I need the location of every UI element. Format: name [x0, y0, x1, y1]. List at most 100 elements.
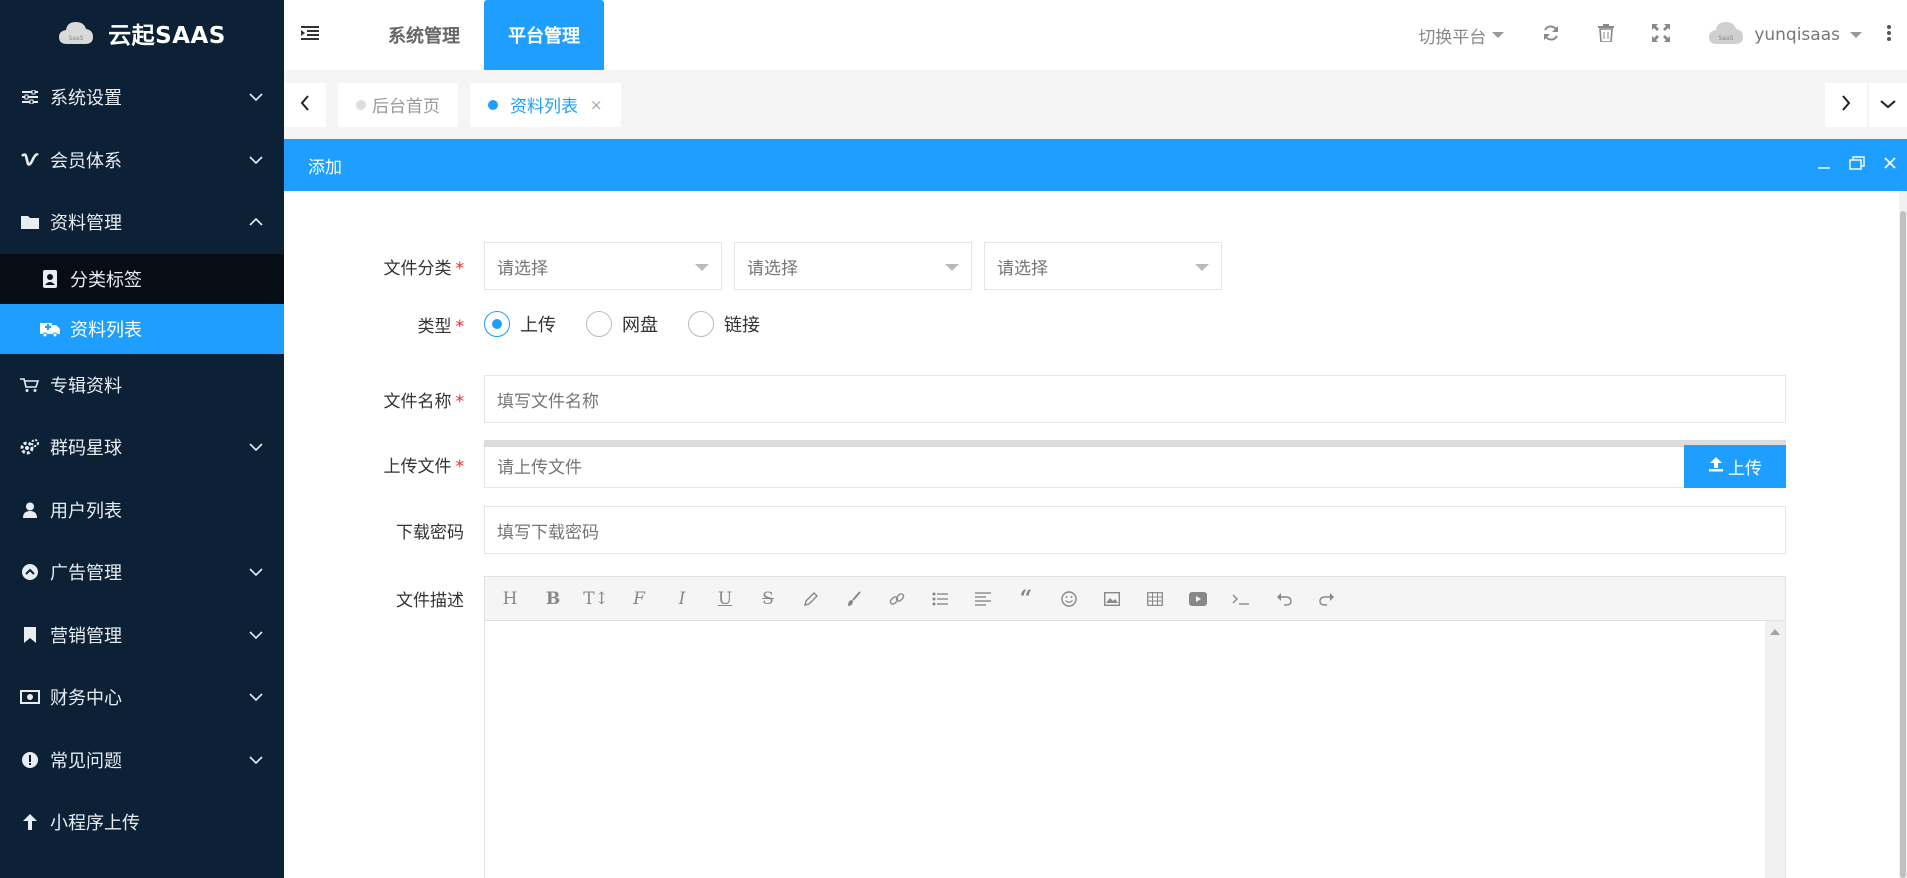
menu-fold-button[interactable] — [284, 0, 336, 70]
strikethrough-icon[interactable]: S — [755, 586, 781, 612]
video-icon[interactable] — [1185, 586, 1211, 612]
tabs-scroll-left-button[interactable] — [284, 82, 326, 127]
image-icon[interactable] — [1099, 586, 1125, 612]
dialog-title: 添加 — [308, 157, 342, 178]
more-button[interactable] — [1881, 0, 1897, 70]
switch-platform-label: 切换平台 — [1418, 27, 1487, 48]
password-label: 下载密码 — [284, 518, 466, 543]
category-select-2[interactable]: 请选择 — [734, 242, 972, 290]
editor-content-area[interactable] — [485, 621, 1785, 878]
sidebar-item-label: 广告管理 — [50, 563, 122, 585]
upload-row: 上传文件 * 请上传文件 上传 — [284, 440, 1786, 488]
scrollbar-thumb[interactable] — [1900, 211, 1906, 878]
bold-icon[interactable]: B — [540, 586, 566, 612]
sidebar-item-qr-planet[interactable]: 群码星球 — [0, 416, 284, 479]
sidebar-item-marketing[interactable]: 营销管理 — [0, 604, 284, 667]
tab-system-management[interactable]: 系统管理 — [364, 0, 484, 70]
maximize-icon[interactable] — [1849, 155, 1865, 175]
fullscreen-button[interactable] — [1633, 0, 1689, 70]
sidebar-item-material-list[interactable]: 资料列表 — [0, 303, 284, 354]
sidebar-item-system-settings[interactable]: 系统设置 — [0, 66, 284, 129]
tab-platform-management[interactable]: 平台管理 — [484, 0, 604, 70]
switch-platform-dropdown[interactable]: 切换平台 — [1399, 0, 1523, 70]
font-family-icon[interactable]: F — [626, 586, 652, 612]
editor-scrollbar[interactable] — [1765, 621, 1785, 878]
dialog-scrollbar[interactable] — [1899, 191, 1907, 878]
emoji-icon[interactable] — [1056, 586, 1082, 612]
topbar-right: 切换平台 SaaS yunqisaas — [1399, 0, 1907, 70]
minimize-icon[interactable] — [1817, 155, 1831, 175]
radio-label: 链接 — [724, 315, 760, 336]
sidebar-item-label: 营销管理 — [50, 625, 122, 647]
category-row: 文件分类 * 请选择 请选择 请选择 — [284, 242, 1234, 290]
top-nav: 系统管理 平台管理 — [364, 0, 604, 70]
underline-icon[interactable]: U — [712, 586, 738, 612]
italic-icon[interactable]: I — [669, 586, 695, 612]
user-menu[interactable]: SaaS yunqisaas — [1689, 0, 1881, 70]
tabs-dropdown-button[interactable] — [1869, 82, 1907, 127]
upload-label: 上传文件 * — [284, 452, 466, 477]
sidebar-item-album[interactable]: 专辑资料 — [0, 354, 284, 417]
sidebar-item-membership[interactable]: 会员体系 — [0, 129, 284, 192]
description-row: 文件描述 — [284, 576, 466, 620]
radio-circle — [484, 311, 510, 337]
type-radio-link[interactable]: 链接 — [688, 311, 760, 337]
scroll-up-arrow-icon[interactable] — [1770, 629, 1780, 635]
type-radio-netdisk[interactable]: 网盘 — [586, 311, 658, 337]
category-select-3[interactable]: 请选择 — [984, 242, 1222, 290]
logo[interactable]: SaaS 云起SAAS — [0, 0, 284, 66]
sidebar-item-category-tags[interactable]: 分类标签 — [0, 254, 284, 304]
vimeo-icon — [20, 152, 40, 168]
sidebar-item-faq[interactable]: 常见问题 — [0, 729, 284, 792]
type-label: 类型 * — [284, 312, 466, 337]
topbar: 系统管理 平台管理 切换平台 SaaS yunqisaas — [284, 0, 1907, 70]
code-icon[interactable] — [1228, 586, 1254, 612]
close-icon[interactable]: × — [590, 96, 603, 114]
sidebar-item-label: 资料管理 — [50, 213, 122, 235]
tabs-scroll-right-button[interactable] — [1825, 82, 1867, 127]
upload-button[interactable]: 上传 — [1684, 445, 1786, 488]
tab-material-list[interactable]: 资料列表 × — [470, 82, 621, 127]
pencil-icon[interactable] — [798, 586, 824, 612]
sidebar-item-materials[interactable]: 资料管理 — [0, 191, 284, 254]
heading-icon[interactable]: H — [497, 586, 523, 612]
chevron-circle-up-icon — [20, 564, 40, 581]
chevron-down-icon — [1880, 97, 1896, 113]
sidebar-item-label: 常见问题 — [50, 750, 122, 772]
clear-cache-button[interactable] — [1579, 0, 1633, 70]
quote-icon[interactable]: “ — [1013, 586, 1039, 612]
table-icon[interactable] — [1142, 586, 1168, 612]
sidebar-item-miniprogram-upload[interactable]: 小程序上传 — [0, 791, 284, 854]
bullet-list-icon[interactable] — [927, 586, 953, 612]
required-mark: * — [455, 391, 465, 412]
page-tabs: 后台首页 资料列表 × — [338, 82, 621, 127]
sidebar-menu-lower: 专辑资料 群码星球 用户列表 广告管理 营销管理 财务中心 常见问题 小程序上传 — [0, 354, 284, 854]
username: yunqisaas — [1754, 25, 1840, 45]
sidebar-item-label: 专辑资料 — [50, 375, 122, 397]
brush-icon[interactable] — [841, 586, 867, 612]
link-icon[interactable] — [884, 586, 910, 612]
avatar: SaaS — [1708, 20, 1744, 51]
folder-icon — [20, 215, 40, 230]
type-radio-upload[interactable]: 上传 — [484, 311, 556, 337]
align-icon[interactable] — [970, 586, 996, 612]
redo-icon[interactable] — [1314, 586, 1340, 612]
sidebar-item-ads[interactable]: 广告管理 — [0, 541, 284, 604]
undo-icon[interactable] — [1271, 586, 1297, 612]
sidebar-item-user-list[interactable]: 用户列表 — [0, 479, 284, 542]
editor-toolbar: H B T↕ F I U S “ — [485, 577, 1785, 621]
svg-text:SaaS: SaaS — [1719, 35, 1734, 42]
category-select-1[interactable]: 请选择 — [484, 242, 722, 290]
refresh-button[interactable] — [1523, 0, 1579, 70]
upload-input[interactable]: 请上传文件 — [484, 440, 1786, 488]
file-name-input[interactable]: 填写文件名称 — [484, 375, 1786, 423]
download-password-input[interactable]: 填写下载密码 — [484, 506, 1786, 554]
chevron-down-icon — [248, 443, 264, 452]
caret-down-icon — [945, 264, 959, 271]
add-dialog: 添加 文件分类 * 请选择 请选择 请选择 类型 * 上传 网盘 链接 文件名称 * — [284, 139, 1907, 878]
sidebar-item-label: 群码星球 — [50, 438, 122, 460]
tab-home[interactable]: 后台首页 — [338, 82, 458, 127]
close-icon[interactable] — [1883, 155, 1897, 175]
sidebar-item-finance[interactable]: 财务中心 — [0, 666, 284, 729]
font-size-icon[interactable]: T↕ — [583, 586, 609, 612]
